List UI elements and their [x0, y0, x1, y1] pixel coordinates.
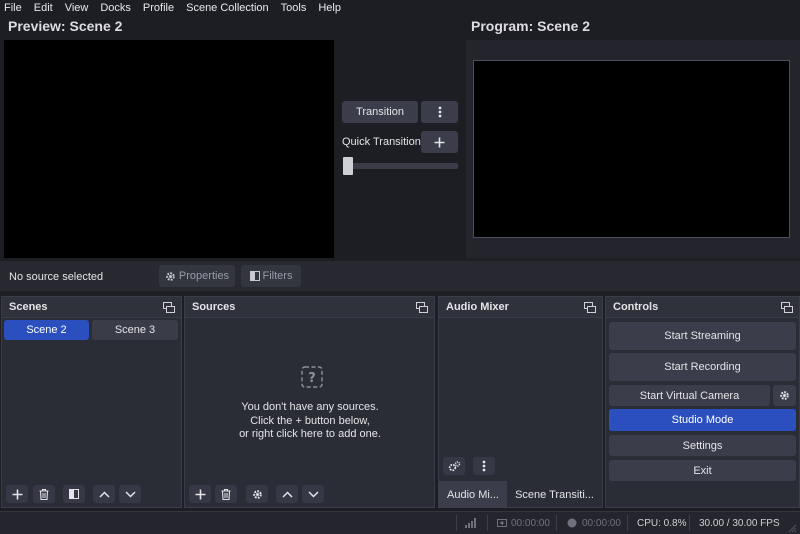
program-title: Program: Scene 2: [471, 18, 591, 34]
add-quick-transition-button[interactable]: [421, 131, 458, 153]
chevron-down-icon: [124, 490, 136, 498]
gear-icon: [252, 489, 262, 499]
filter-icon: [69, 489, 79, 499]
menu-tools[interactable]: Tools: [281, 0, 307, 17]
tbar-track[interactable]: [343, 163, 458, 169]
source-toolbar: [0, 261, 800, 291]
exit-button[interactable]: Exit: [609, 460, 796, 481]
preview-screen[interactable]: [4, 40, 334, 258]
menu-file[interactable]: File: [4, 0, 22, 17]
preview-title: Preview: Scene 2: [8, 18, 123, 34]
menu-help[interactable]: Help: [318, 0, 341, 17]
more-vertical-icon: [438, 106, 441, 118]
filters-button[interactable]: Filters: [241, 265, 301, 287]
cpu-usage: CPU: 0.8%: [637, 517, 687, 529]
move-scene-up-button[interactable]: [93, 485, 115, 503]
advanced-audio-button[interactable]: [443, 457, 465, 475]
quick-transitions-label: Quick Transitions: [342, 136, 427, 148]
undock-icon[interactable]: [584, 302, 596, 313]
menu-docks[interactable]: Docks: [100, 0, 131, 17]
sources-empty-line: You don't have any sources.: [241, 401, 379, 413]
program-screen[interactable]: [473, 60, 790, 238]
more-vertical-icon: [482, 460, 486, 472]
plus-icon: [12, 489, 22, 499]
record-time: 00:00:00: [582, 517, 621, 529]
menu-profile[interactable]: Profile: [143, 0, 174, 17]
record-icon: [567, 518, 577, 528]
menu-scene-collection[interactable]: Scene Collection: [186, 0, 269, 17]
remove-scene-button[interactable]: [33, 485, 55, 503]
properties-label: Properties: [178, 270, 230, 282]
plus-icon: [195, 489, 205, 499]
studio-mode-button[interactable]: Studio Mode: [609, 409, 796, 431]
properties-button[interactable]: Properties: [159, 265, 235, 287]
status-bar: 00:00:00 00:00:00 CPU: 0.8% 30.00 / 30.0…: [0, 511, 800, 534]
start-recording-button[interactable]: Start Recording: [609, 353, 796, 381]
tab-audio-mixer[interactable]: Audio Mi...: [439, 481, 507, 508]
menu-bar: File Edit View Docks Profile Scene Colle…: [0, 0, 800, 17]
gear-icon: [166, 271, 175, 281]
source-properties-button[interactable]: [246, 485, 268, 503]
scene-filters-button[interactable]: [63, 485, 85, 503]
move-source-up-button[interactable]: [276, 485, 298, 503]
gears-icon: [448, 460, 460, 471]
menu-view[interactable]: View: [65, 0, 89, 17]
scene-item[interactable]: Scene 2: [4, 320, 89, 340]
sources-empty-message: You don't have any sources. Click the + …: [185, 401, 435, 442]
transition-menu-button[interactable]: [421, 101, 458, 123]
move-scene-down-button[interactable]: [119, 485, 141, 503]
add-source-button[interactable]: [189, 485, 211, 503]
undock-icon[interactable]: [163, 302, 175, 313]
audio-mixer-title: Audio Mixer: [446, 301, 509, 313]
transition-button[interactable]: Transition: [342, 101, 418, 123]
audio-mixer-menu-button[interactable]: [473, 457, 495, 475]
settings-button[interactable]: Settings: [609, 435, 796, 456]
trash-icon: [39, 488, 49, 500]
start-virtual-camera-button[interactable]: Start Virtual Camera: [609, 385, 770, 406]
question-icon: ?: [301, 366, 323, 388]
sources-empty-line: or right click here to add one.: [239, 428, 381, 440]
stream-icon: [497, 519, 507, 527]
move-source-down-button[interactable]: [302, 485, 324, 503]
controls-title: Controls: [613, 301, 659, 313]
sources-title: Sources: [192, 301, 236, 313]
chevron-up-icon: [98, 490, 110, 498]
undock-icon[interactable]: [781, 302, 793, 313]
remove-source-button[interactable]: [215, 485, 237, 503]
filter-icon: [249, 271, 260, 281]
add-scene-button[interactable]: [6, 485, 28, 503]
fps-readout: 30.00 / 30.00 FPS: [699, 517, 780, 529]
tab-scene-transitions[interactable]: Scene Transiti...: [507, 481, 602, 508]
chevron-down-icon: [307, 490, 319, 498]
scenes-title: Scenes: [9, 301, 48, 313]
chevron-up-icon: [281, 490, 293, 498]
stream-time: 00:00:00: [511, 517, 550, 529]
svg-text:?: ?: [308, 371, 316, 386]
resize-grip-icon[interactable]: [788, 524, 797, 533]
virtual-camera-settings-button[interactable]: [773, 385, 796, 406]
menu-edit[interactable]: Edit: [34, 0, 53, 17]
filters-label: Filters: [262, 270, 293, 282]
sources-empty-line: Click the + button below,: [250, 414, 370, 427]
audio-mixer-dock: Audio Mixer: [438, 296, 603, 508]
trash-icon: [221, 488, 231, 500]
undock-icon[interactable]: [416, 302, 428, 313]
scene-item[interactable]: Scene 3: [92, 320, 178, 340]
signal-icon: [465, 518, 476, 528]
no-source-label: No source selected: [9, 271, 104, 283]
gear-icon: [780, 391, 789, 400]
tbar-handle[interactable]: [343, 157, 353, 175]
plus-icon: [434, 137, 445, 147]
start-streaming-button[interactable]: Start Streaming: [609, 322, 796, 350]
